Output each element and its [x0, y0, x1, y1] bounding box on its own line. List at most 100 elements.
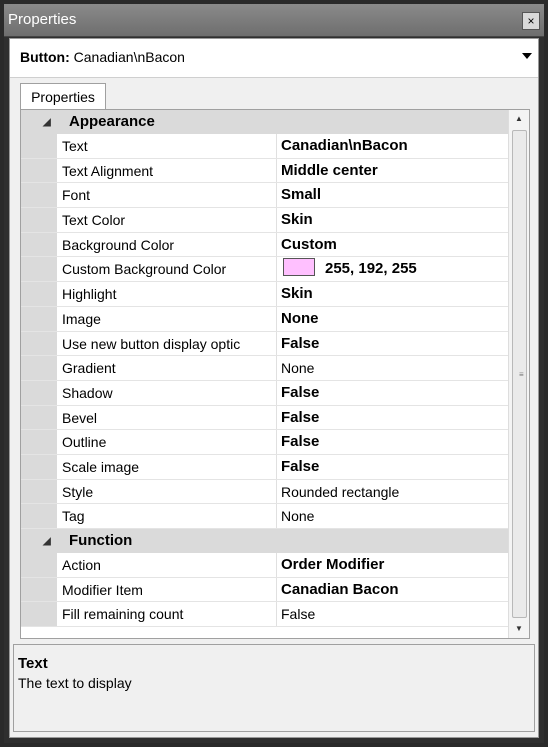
property-value-text: Custom [281, 235, 337, 253]
property-name[interactable]: Text Alignment [62, 158, 277, 183]
object-selector[interactable]: Button: Canadian\nBacon [10, 39, 538, 78]
window-title: Properties [8, 11, 77, 28]
grip-icon: ≡ [519, 370, 524, 379]
row-gutter [21, 257, 57, 282]
row-gutter [21, 306, 57, 331]
property-value-text: Order Modifier [281, 556, 385, 573]
row-gutter [21, 232, 57, 257]
row-gutter [21, 282, 57, 306]
property-value-text: 255, 192, 255 [325, 260, 417, 278]
color-swatch[interactable] [283, 258, 315, 277]
property-value[interactable]: False [281, 406, 509, 430]
property-row[interactable]: Text Color Skin [21, 208, 509, 233]
property-value-text: Skin [281, 285, 313, 303]
property-row[interactable]: Background Color Custom [21, 232, 509, 258]
category-appearance[interactable]: ◢ Appearance [21, 110, 509, 134]
description-pane: Text The text to display [13, 644, 535, 732]
property-name[interactable]: Modifier Item [62, 577, 277, 602]
property-name[interactable]: Outline [62, 430, 277, 454]
property-name[interactable]: Style [62, 479, 277, 504]
property-row[interactable]: Modifier Item Canadian Bacon [21, 577, 509, 603]
property-value[interactable]: Canadian Bacon [281, 578, 509, 602]
property-name[interactable]: Gradient [62, 356, 277, 380]
property-value[interactable]: Order Modifier [281, 553, 509, 577]
property-value[interactable]: False [281, 381, 509, 405]
row-gutter [21, 208, 57, 232]
vertical-scrollbar[interactable]: ▲ ≡ ▼ [508, 110, 529, 638]
description-title: Text [18, 655, 48, 672]
property-row[interactable]: Text Alignment Middle center [21, 158, 509, 184]
close-icon[interactable]: × [522, 12, 540, 30]
property-grid: ◢ Appearance Text Canadian\nBacon Text Align… [20, 109, 530, 639]
property-name[interactable]: Custom Background Color [62, 257, 277, 282]
property-value[interactable]: Rounded rectangle [281, 480, 509, 504]
category-label: Appearance [69, 113, 155, 130]
property-row[interactable]: Fill remaining count False [21, 602, 509, 628]
property-row[interactable]: Text Canadian\nBacon [21, 134, 509, 159]
property-row[interactable]: Tag None [21, 504, 509, 529]
row-gutter [21, 577, 57, 602]
title-bar[interactable]: Properties × [4, 4, 544, 37]
property-row[interactable]: Use new button display optic False [21, 331, 509, 357]
category-function[interactable]: ◢ Function [21, 529, 509, 553]
property-grid-rows: ◢ Appearance Text Canadian\nBacon Text Align… [21, 110, 509, 628]
property-value[interactable]: None [281, 504, 509, 528]
property-row[interactable]: Gradient None [21, 356, 509, 381]
object-selector-label: Button: Canadian\nBacon [20, 49, 185, 65]
object-type-label: Button: [20, 49, 70, 65]
property-value[interactable]: False [281, 332, 509, 356]
property-value-text: Canadian Bacon [281, 580, 399, 598]
property-row[interactable]: Font Small [21, 183, 509, 209]
row-gutter [21, 479, 57, 504]
property-row[interactable]: Shadow False [21, 380, 509, 406]
property-name[interactable]: Fill remaining count [62, 602, 277, 627]
dropdown-arrow-icon[interactable] [522, 53, 532, 59]
property-value[interactable]: False [281, 430, 509, 454]
property-row[interactable]: Custom Background Color 255, 192, 255 [21, 257, 509, 283]
property-name[interactable]: Action [62, 553, 277, 577]
property-name[interactable]: Use new button display optic [62, 331, 277, 356]
property-name[interactable]: Tag [62, 504, 277, 528]
property-value-text: False [281, 606, 316, 623]
property-name[interactable]: Highlight [62, 282, 277, 306]
property-row[interactable]: Outline False [21, 430, 509, 455]
row-gutter [21, 504, 57, 528]
description-text: The text to display [18, 675, 132, 691]
property-name[interactable]: Bevel [62, 405, 277, 430]
property-value[interactable]: Small [281, 183, 509, 207]
scroll-thumb[interactable]: ≡ [512, 130, 527, 618]
property-value[interactable]: None [281, 307, 509, 331]
row-gutter [21, 380, 57, 405]
property-row[interactable]: Highlight Skin [21, 282, 509, 307]
scroll-up-icon[interactable]: ▲ [509, 110, 529, 128]
property-name[interactable]: Shadow [62, 380, 277, 405]
scroll-down-icon[interactable]: ▼ [509, 620, 529, 638]
property-value-text: Skin [281, 211, 313, 229]
property-row[interactable]: Action Order Modifier [21, 553, 509, 578]
row-gutter [21, 430, 57, 454]
property-value[interactable]: None [281, 356, 509, 380]
property-value[interactable]: Canadian\nBacon [281, 134, 509, 158]
row-gutter [21, 134, 57, 158]
property-name[interactable]: Text [62, 134, 277, 158]
property-name[interactable]: Image [62, 306, 277, 331]
property-name[interactable]: Background Color [62, 232, 277, 257]
collapse-triangle-icon[interactable]: ◢ [43, 118, 51, 128]
property-value-text: False [281, 433, 320, 451]
property-value[interactable]: False [281, 602, 509, 626]
property-value[interactable]: Custom [281, 233, 509, 257]
property-value[interactable]: 255, 192, 255 [281, 257, 509, 281]
property-name[interactable]: Scale image [62, 454, 277, 479]
collapse-triangle-icon[interactable]: ◢ [43, 537, 51, 547]
property-row[interactable]: Scale image False [21, 454, 509, 480]
property-value[interactable]: Middle center [281, 159, 509, 183]
property-row[interactable]: Style Rounded rectangle [21, 479, 509, 505]
property-name[interactable]: Font [62, 183, 277, 208]
property-value[interactable]: Skin [281, 282, 509, 306]
property-value[interactable]: False [281, 455, 509, 479]
property-name[interactable]: Text Color [62, 208, 277, 232]
row-gutter [21, 454, 57, 479]
property-row[interactable]: Bevel False [21, 405, 509, 431]
property-value[interactable]: Skin [281, 208, 509, 232]
property-row[interactable]: Image None [21, 306, 509, 332]
